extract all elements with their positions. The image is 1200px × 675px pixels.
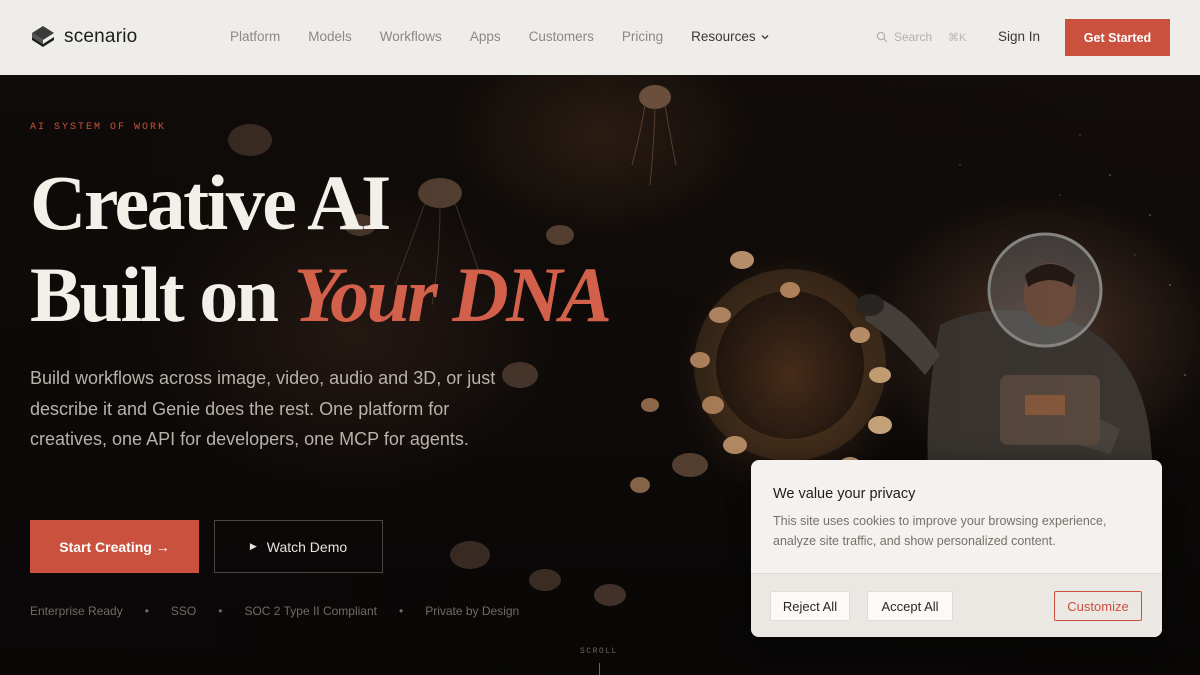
cookie-actions: Reject All Accept All Customize [751,573,1162,637]
badge-private: Private by Design [425,604,520,618]
badge-soc2: SOC 2 Type II Compliant [244,604,377,618]
logo-text: scenario [64,26,138,47]
headline-line-1: Creative AI [30,159,391,246]
sign-in-link[interactable]: Sign In [998,29,1040,44]
nav-links: Platform Models Workflows Apps Customers… [230,29,770,44]
badge-enterprise: Enterprise Ready [30,604,123,618]
nav-link-resources[interactable]: Resources [691,29,770,44]
scenario-logo-icon [32,26,54,47]
customize-button[interactable]: Customize [1054,591,1142,621]
badge-sso: SSO [170,604,197,618]
search-box[interactable]: Search ⌘K [876,30,966,44]
nav-link-apps[interactable]: Apps [470,29,501,44]
search-icon [876,31,888,43]
headline-accent: Your DNA [293,251,612,338]
cookie-consent-dialog: We value your privacy This site uses coo… [751,460,1162,637]
search-placeholder: Search [894,30,933,44]
hero-headline: Creative AI Built on Your DNA [30,157,612,341]
chevron-down-icon [761,34,769,39]
get-started-button[interactable]: Get Started [1065,19,1170,56]
trust-badges: Enterprise Ready • SSO • SOC 2 Type II C… [30,604,519,618]
cookie-title: We value your privacy [773,486,916,502]
nav-link-customers[interactable]: Customers [529,29,594,44]
cookie-content: We value your privacy This site uses coo… [751,460,1162,573]
watch-demo-button[interactable]: ▶ Watch Demo [214,520,383,573]
headline-line-2-prefix: Built on [30,251,294,338]
play-icon: ▶ [249,541,257,551]
nav-link-workflows[interactable]: Workflows [380,29,442,44]
search-shortcut: ⌘K [948,31,967,44]
nav-link-pricing[interactable]: Pricing [622,29,663,44]
badge-separator: • [398,604,404,618]
nav-link-models[interactable]: Models [308,29,352,44]
badge-separator: • [218,604,223,618]
top-navigation: scenario Platform Models Workflows Apps … [0,0,1200,75]
scroll-line [599,663,600,675]
hero-eyebrow: AI SYSTEM OF WORK [30,122,167,133]
hero-subcopy: Build workflows across image, video, aud… [30,368,496,449]
accept-all-button[interactable]: Accept All [867,591,953,621]
resources-label: Resources [691,29,756,44]
badge-separator: • [144,604,149,618]
logo[interactable]: scenario [30,24,137,50]
watch-demo-label: Watch Demo [266,538,348,555]
reject-all-button[interactable]: Reject All [770,591,850,621]
start-creating-button[interactable]: Start Creating → [30,520,199,573]
scroll-indicator: SCROLL [580,647,618,656]
nav-link-platform[interactable]: Platform [230,29,280,44]
cookie-description: This site uses cookies to improve your b… [773,514,1107,548]
